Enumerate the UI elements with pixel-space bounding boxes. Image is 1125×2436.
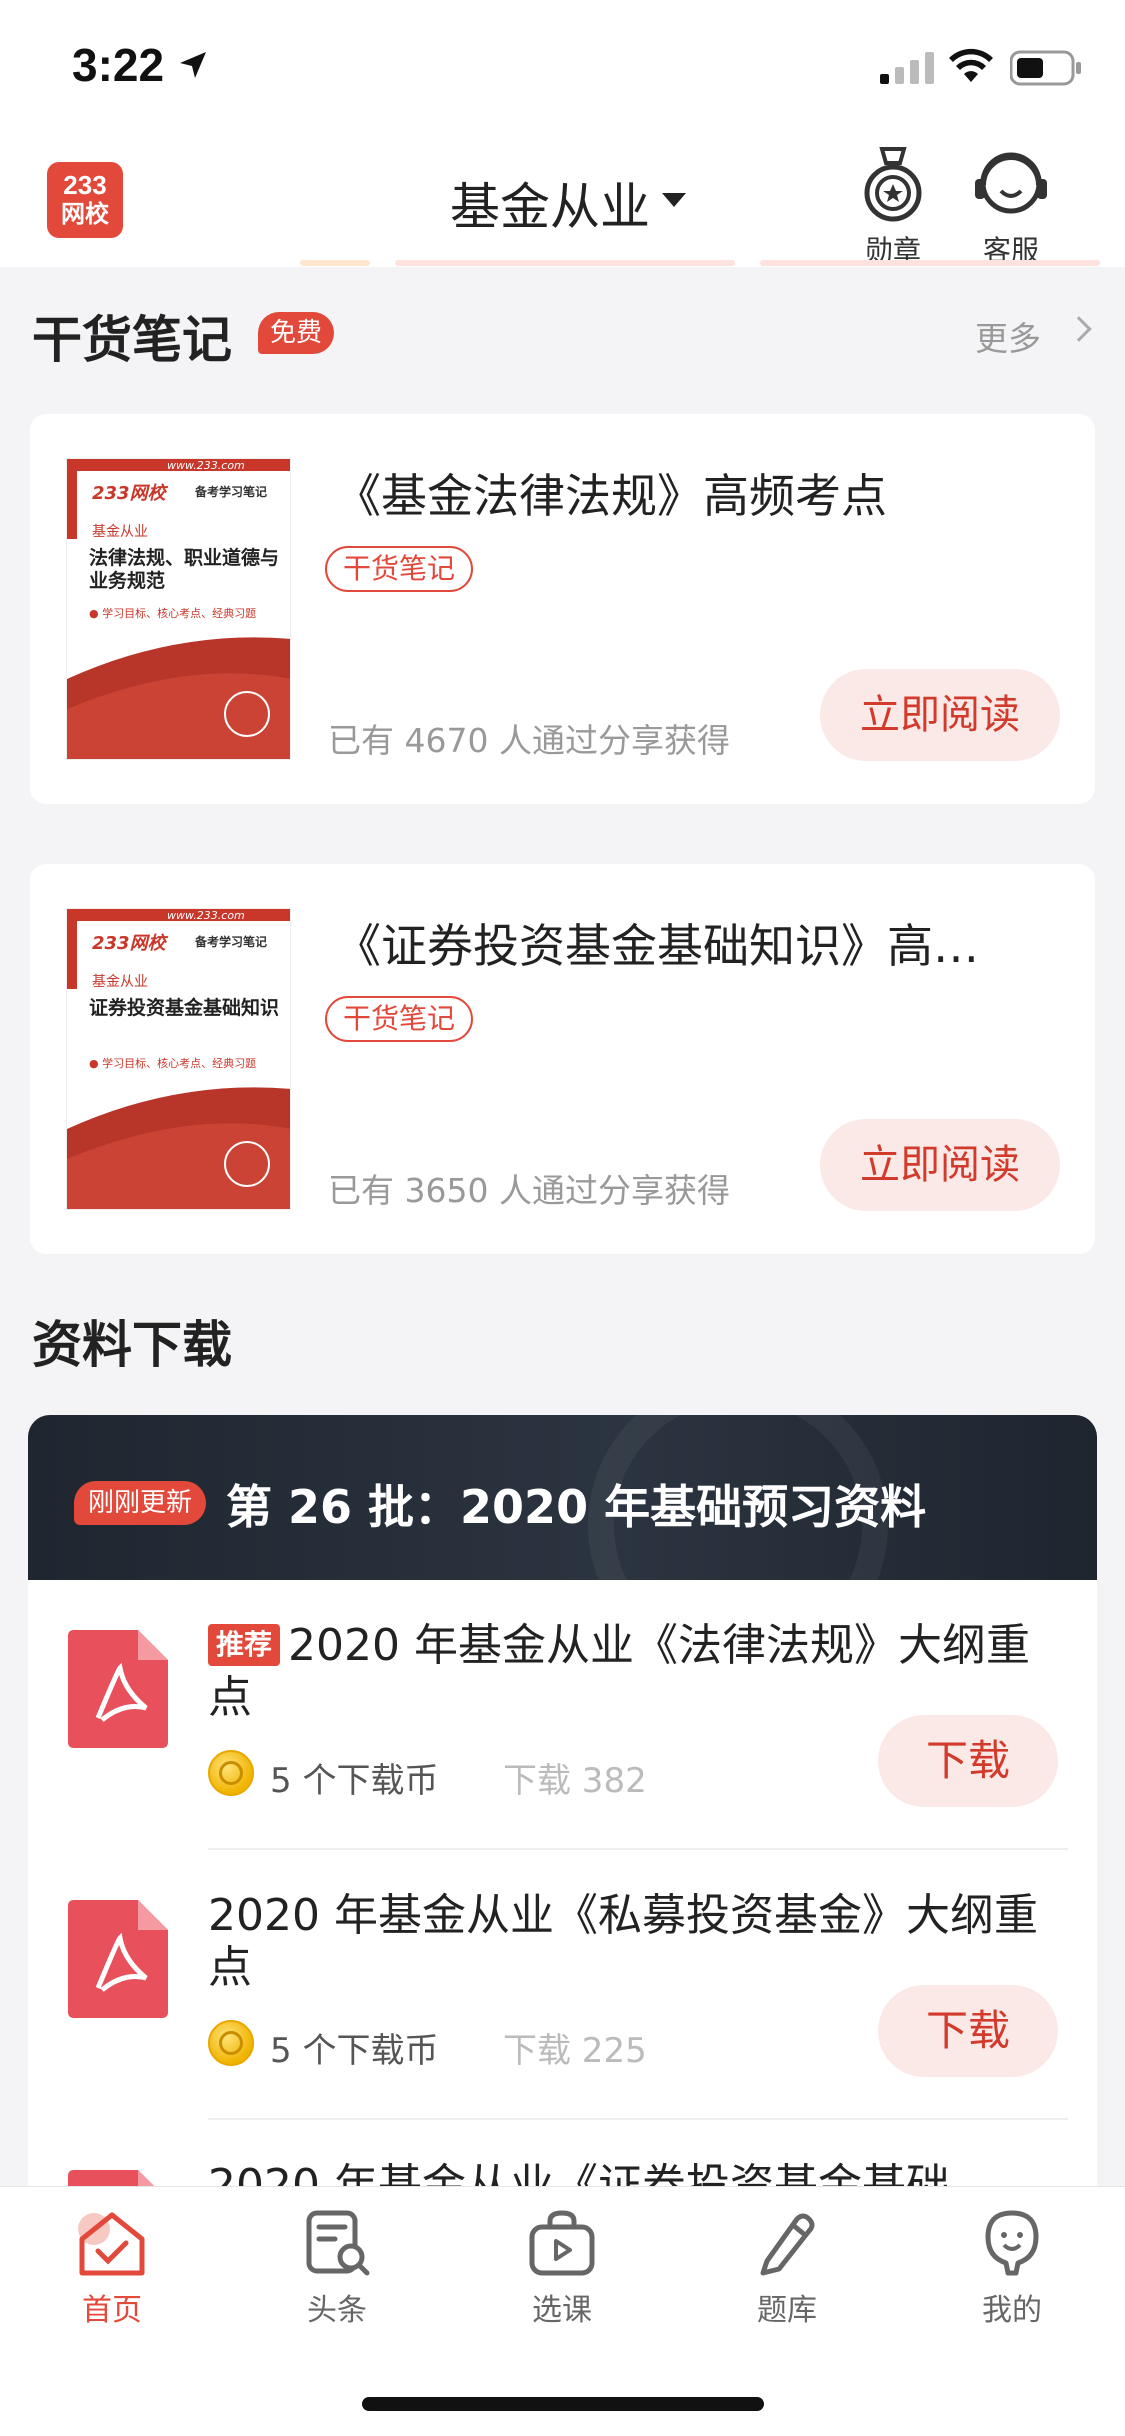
cover-title: 法律法规、职业道德与业务规范: [89, 547, 280, 592]
note-card[interactable]: www.233.com 233网校 备考学习笔记 基金从业 法律法规、职业道德与…: [30, 414, 1095, 804]
home-icon: [78, 2212, 145, 2276]
download-button[interactable]: 下载: [878, 1985, 1058, 2077]
pdf-file-icon: [68, 1630, 168, 1748]
customer-service-button[interactable]: 客服: [956, 145, 1066, 269]
cover-brand: 233网校: [92, 933, 166, 954]
cover-tag: 备考学习笔记: [195, 935, 268, 949]
free-badge: 免费: [258, 312, 334, 354]
download-count: 下载 225: [503, 2031, 647, 2071]
read-now-button[interactable]: 立即阅读: [820, 669, 1060, 761]
battery-icon: [1010, 50, 1081, 86]
home-indicator: [362, 2397, 764, 2411]
more-link[interactable]: 更多: [975, 312, 1041, 360]
profile-icon: [985, 2210, 1039, 2276]
cover-wave-graphic: [67, 1087, 290, 1209]
tab-question-bank-label: 题库: [757, 2293, 817, 2328]
cover-url: www.233.com: [167, 459, 245, 472]
course-bag-icon: [529, 2210, 595, 2276]
tab-question-bank[interactable]: 题库: [707, 2207, 867, 2329]
cover-title: 证券投资基金基础知识: [89, 997, 280, 1019]
exam-category-title[interactable]: 基金从业: [450, 167, 650, 239]
note-tag: 干货笔记: [325, 546, 474, 592]
cover-url: www.233.com: [167, 909, 245, 922]
download-count: 下载 382: [503, 1761, 647, 1801]
cover-brand: 233网校: [92, 483, 166, 504]
coin-icon: [208, 1750, 254, 1796]
batch-title: 第 26 批：2020 年基础预习资料: [226, 1480, 927, 1534]
cover-tag: 备考学习笔记: [195, 485, 268, 499]
medal-button[interactable]: 勋章: [838, 145, 948, 269]
download-item[interactable]: 推荐 2020 年基金从业《法律法规》大纲重点 5 个下载币 下载 382 下载: [28, 1580, 1097, 1850]
tab-news-label: 头条: [307, 2293, 367, 2328]
note-share-count: 已有 4670 人通过分享获得: [328, 721, 730, 760]
cover-wave-graphic: [67, 637, 290, 759]
note-title: 《基金法律法规》高频考点: [335, 469, 887, 523]
note-card[interactable]: www.233.com 233网校 备考学习笔记 基金从业 证券投资基金基础知识…: [30, 864, 1095, 1254]
download-item[interactable]: 2020 年基金从业《私募投资基金》大纲重点 5 个下载币 下载 225 下载: [28, 1850, 1097, 2120]
note-cover-image: www.233.com 233网校 备考学习笔记 基金从业 法律法规、职业道德与…: [66, 458, 291, 760]
batch-banner[interactable]: 刚刚更新 第 26 批：2020 年基础预习资料: [28, 1415, 1097, 1675]
note-title: 《证券投资基金基础知识》高…: [335, 919, 979, 973]
note-cover-image: www.233.com 233网校 备考学习笔记 基金从业 证券投资基金基础知识…: [66, 908, 291, 1210]
tab-profile[interactable]: 我的: [932, 2207, 1092, 2329]
tab-courses-label: 选课: [532, 2293, 592, 2328]
downloads-section-title: 资料下载: [32, 1316, 232, 1374]
updated-badge: 刚刚更新: [74, 1481, 207, 1525]
tab-news[interactable]: 头条: [257, 2207, 417, 2329]
cellular-signal-icon: [880, 52, 934, 84]
tab-home[interactable]: 首页: [32, 2207, 192, 2329]
wifi-icon: [949, 48, 993, 82]
download-title: 推荐 2020 年基金从业《法律法规》大纲重点: [208, 1620, 1058, 1724]
news-icon: [306, 2210, 370, 2276]
note-tag: 干货笔记: [325, 996, 474, 1042]
pdf-file-icon: [68, 1900, 168, 2018]
read-now-button[interactable]: 立即阅读: [820, 1119, 1060, 1211]
status-time: 3:22: [72, 39, 165, 91]
download-title-text: 2020 年基金从业《法律法规》大纲重点: [208, 1620, 1030, 1723]
coin-icon: [208, 2020, 254, 2066]
tab-courses[interactable]: 选课: [482, 2207, 642, 2329]
notes-section-title: 干货笔记: [32, 311, 232, 369]
pencil-icon: [760, 2213, 815, 2276]
coin-cost: 5 个下载币: [270, 1761, 439, 1801]
app-header: 233 网校 基金从业 勋章 客服: [0, 135, 1125, 267]
download-title: 2020 年基金从业《私募投资基金》大纲重点: [208, 1890, 1038, 1993]
carousel-peek: [300, 260, 1100, 266]
medal-icon: [864, 147, 922, 222]
caret-down-icon[interactable]: [662, 193, 686, 207]
note-share-count: 已有 3650 人通过分享获得: [328, 1171, 730, 1210]
cover-subject: 基金从业: [92, 524, 148, 540]
tab-home-label: 首页: [82, 2293, 142, 2328]
recommended-badge: 推荐: [208, 1624, 281, 1666]
location-arrow-icon: [180, 52, 206, 78]
tab-profile-label: 我的: [982, 2293, 1042, 2328]
chevron-right-icon[interactable]: [1066, 316, 1092, 342]
headset-icon: [975, 152, 1047, 214]
app-logo[interactable]: 233 网校: [47, 162, 123, 238]
cover-subject: 基金从业: [92, 974, 148, 990]
coin-cost: 5 个下载币: [270, 2031, 439, 2071]
status-bar: 3:22: [0, 0, 1125, 135]
download-button[interactable]: 下载: [878, 1715, 1058, 1807]
